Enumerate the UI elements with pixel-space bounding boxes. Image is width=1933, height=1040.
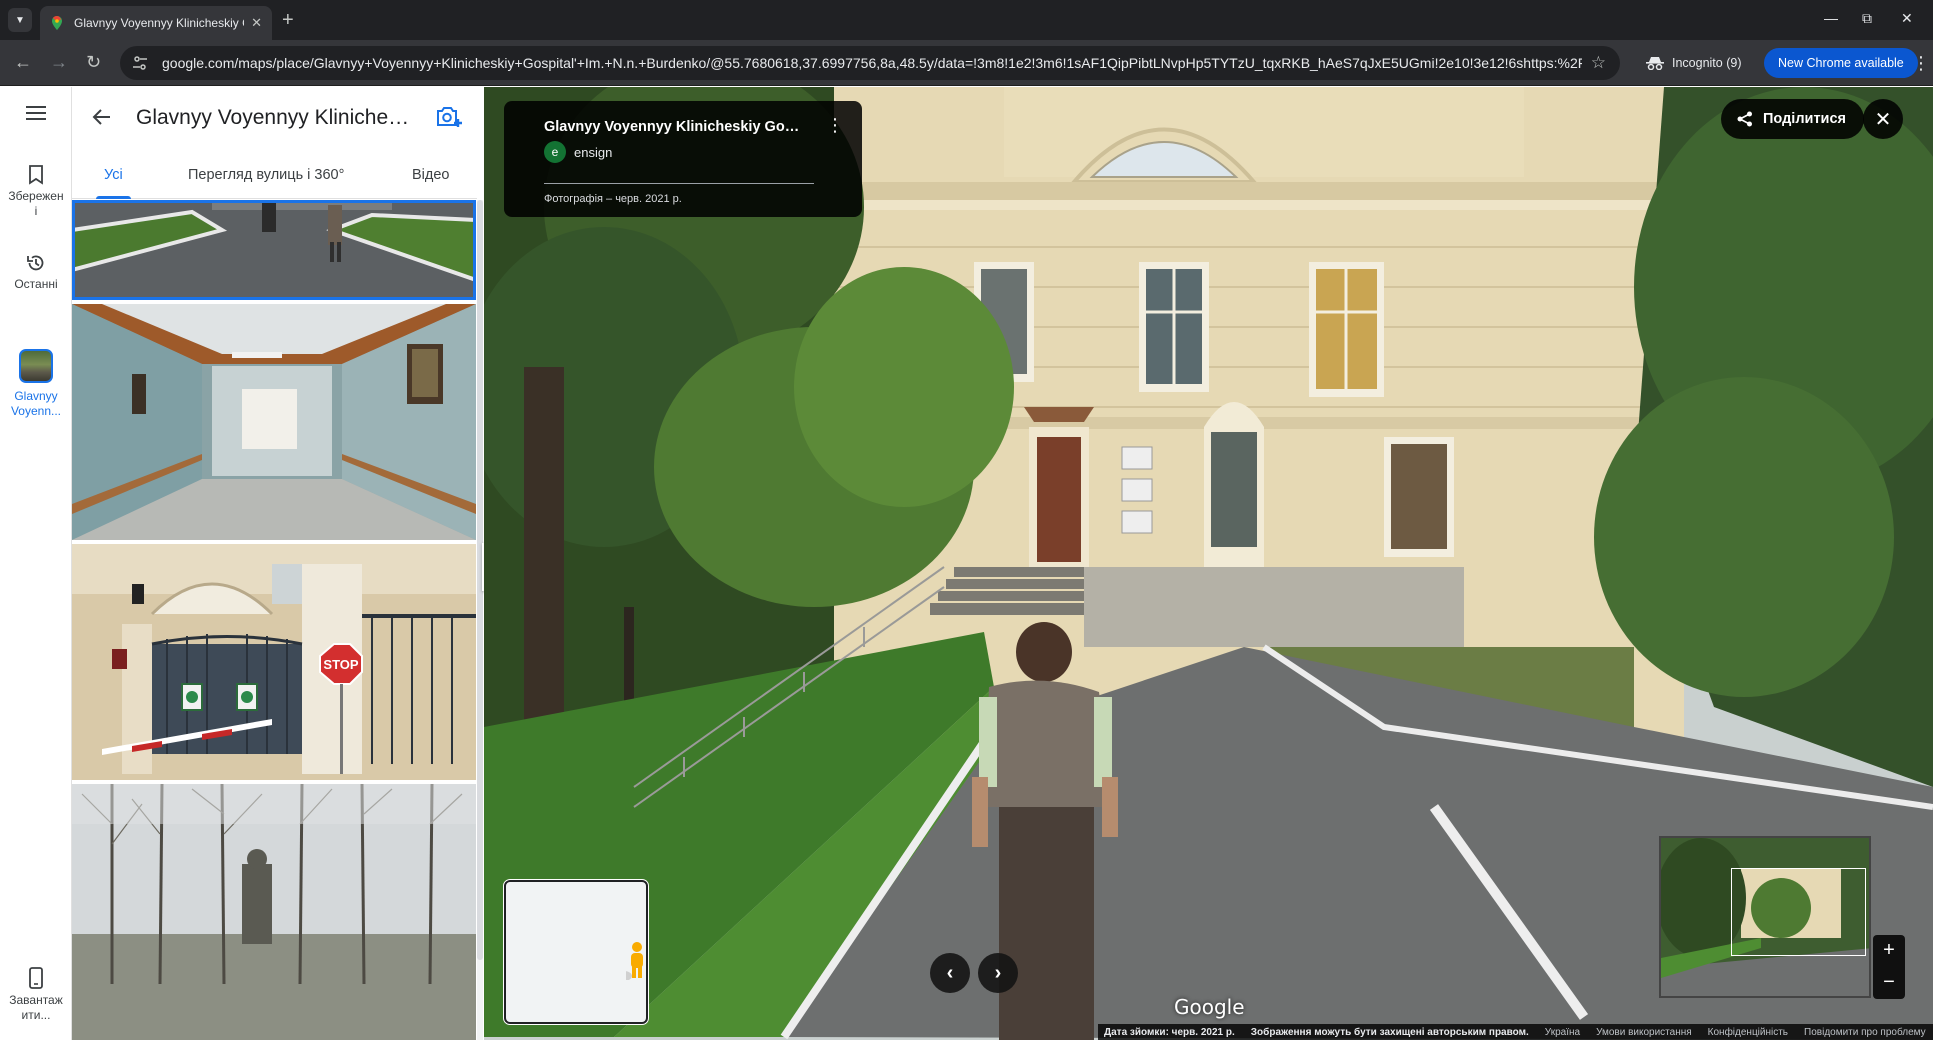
author-name: ensign bbox=[574, 144, 613, 160]
site-info-icon[interactable] bbox=[132, 55, 148, 71]
panorama-overview[interactable] bbox=[1659, 836, 1871, 998]
path-photo bbox=[72, 200, 476, 300]
street-view-viewer[interactable]: Glavnyy Voyennyy Klinicheskiy Gos... ⋮ e… bbox=[484, 87, 1933, 1040]
download-app-button[interactable]: Завантаж ити... bbox=[0, 967, 72, 1023]
place-thumbnail bbox=[19, 349, 53, 383]
browser-menu-icon[interactable]: ⋮ bbox=[1912, 53, 1930, 74]
tab-street-view-360[interactable]: Перегляд вулиць і 360° bbox=[188, 151, 344, 199]
share-icon bbox=[1737, 111, 1752, 127]
zoom-control: + − bbox=[1873, 935, 1905, 999]
author-avatar: e bbox=[544, 141, 566, 163]
country-link[interactable]: Україна bbox=[1545, 1027, 1580, 1038]
minimize-icon[interactable]: — bbox=[1824, 10, 1838, 26]
window-close-icon[interactable]: ✕ bbox=[1901, 10, 1913, 27]
panel-header: Glavnyy Voyennyy Klinicheski... bbox=[72, 87, 477, 151]
terms-link[interactable]: Умови використання bbox=[1596, 1027, 1692, 1038]
close-viewer-button[interactable]: ✕ bbox=[1863, 99, 1903, 139]
attribution-footer: Дата зйомки: черв. 2021 р. Зображення мо… bbox=[1098, 1024, 1933, 1040]
add-photo-icon[interactable] bbox=[436, 105, 462, 129]
zoom-in-button[interactable]: + bbox=[1873, 935, 1905, 967]
park-photo bbox=[72, 784, 476, 1040]
browser-toolbar: ← → ↻ google.com/maps/place/Glavnyy+Voye… bbox=[0, 40, 1933, 86]
saved-button[interactable]: Збережен і bbox=[0, 165, 72, 219]
new-tab-icon[interactable]: + bbox=[282, 8, 294, 32]
photo-grid: STOP bbox=[72, 200, 477, 1040]
place-title: Glavnyy Voyennyy Klinicheski... bbox=[136, 106, 416, 129]
photos-panel: Glavnyy Voyennyy Klinicheski... Усі Пере… bbox=[72, 87, 483, 1040]
recent-label: Останні bbox=[14, 277, 58, 291]
back-icon[interactable]: ← bbox=[14, 52, 32, 72]
browser-tab-strip: ▼ Glavnyy Voyennyy Klinicheskiy Gospital… bbox=[0, 0, 1933, 40]
tab-all[interactable]: Усі bbox=[96, 151, 131, 199]
photo-thumbnail[interactable] bbox=[72, 304, 476, 540]
back-arrow-icon[interactable] bbox=[92, 107, 112, 127]
report-problem-link[interactable]: Повідомити про проблему bbox=[1804, 1027, 1926, 1038]
photo-date: Фотографія – черв. 2021 р. bbox=[544, 193, 682, 205]
map-preview-box[interactable] bbox=[504, 880, 648, 1024]
recent-button[interactable]: Останні bbox=[0, 253, 72, 291]
copyright-notice: Зображення можуть бути захищені авторськ… bbox=[1250, 1026, 1529, 1038]
next-photo-button[interactable]: › bbox=[978, 953, 1018, 993]
capture-date: Дата зйомки: черв. 2021 р. bbox=[1104, 1026, 1235, 1038]
corridor-photo bbox=[72, 304, 476, 540]
more-options-icon[interactable]: ⋮ bbox=[826, 115, 844, 136]
divider bbox=[544, 183, 814, 184]
place-label: Glavnyy Voyenn... bbox=[10, 389, 62, 418]
chrome-update-button[interactable]: New Chrome available bbox=[1764, 48, 1918, 78]
pegman-icon[interactable] bbox=[626, 940, 648, 980]
menu-button[interactable] bbox=[0, 105, 72, 125]
photo-category-tabs: Усі Перегляд вулиць і 360° Відео bbox=[72, 151, 477, 199]
photo-place-title[interactable]: Glavnyy Voyennyy Klinicheskiy Gos... bbox=[544, 119, 804, 135]
svg-text:STOP: STOP bbox=[323, 657, 358, 672]
browser-tab[interactable]: Glavnyy Voyennyy Klinicheskiy Gospital' … bbox=[40, 6, 272, 40]
tab-videos[interactable]: Відео bbox=[412, 151, 449, 199]
tab-title: Glavnyy Voyennyy Klinicheskiy Gospital' bbox=[74, 16, 244, 30]
photo-author[interactable]: e ensign bbox=[544, 141, 612, 163]
photo-thumbnail[interactable] bbox=[72, 200, 476, 300]
zoom-out-button[interactable]: − bbox=[1873, 967, 1905, 999]
gate-photo: STOP bbox=[72, 544, 476, 780]
photo-thumbnail[interactable]: STOP bbox=[72, 544, 476, 780]
bookmark-icon bbox=[29, 165, 43, 185]
share-button[interactable]: Поділитися bbox=[1721, 99, 1864, 139]
maps-app: Збережен і Останні Glavnyy Voyenn... Зав… bbox=[0, 87, 1933, 1040]
google-logo: Google bbox=[1174, 995, 1245, 1019]
privacy-link[interactable]: Конфіденційність bbox=[1708, 1027, 1788, 1038]
panel-scrollbar[interactable] bbox=[477, 200, 483, 1040]
history-icon bbox=[27, 255, 44, 271]
tab-search-button[interactable]: ▼ bbox=[8, 8, 32, 32]
forward-icon[interactable]: → bbox=[50, 52, 68, 72]
google-maps-icon bbox=[52, 16, 62, 30]
share-label: Поділитися bbox=[1763, 111, 1846, 127]
incognito-indicator[interactable]: Incognito (9) bbox=[1646, 48, 1741, 78]
tab-close-icon[interactable]: ✕ bbox=[251, 15, 262, 31]
side-rail: Збережен і Останні Glavnyy Voyenn... Зав… bbox=[0, 87, 72, 1040]
saved-label: Збережен і bbox=[8, 189, 64, 218]
place-button[interactable]: Glavnyy Voyenn... bbox=[0, 349, 72, 419]
hamburger-icon bbox=[26, 106, 46, 120]
previous-photo-button[interactable]: ‹ bbox=[930, 953, 970, 993]
bookmark-star-icon[interactable]: ☆ bbox=[1591, 53, 1606, 73]
view-frame bbox=[1731, 868, 1866, 956]
url-text[interactable]: google.com/maps/place/Glavnyy+Voyennyy+K… bbox=[162, 55, 1582, 71]
address-bar[interactable]: google.com/maps/place/Glavnyy+Voyennyy+K… bbox=[120, 46, 1620, 80]
incognito-label: Incognito (9) bbox=[1672, 56, 1742, 70]
reload-icon[interactable]: ↻ bbox=[86, 52, 101, 72]
photo-thumbnail[interactable] bbox=[72, 784, 476, 1040]
restore-icon[interactable]: ⧉ bbox=[1862, 10, 1872, 27]
phone-icon bbox=[29, 967, 43, 989]
download-label: Завантаж ити... bbox=[9, 993, 63, 1022]
incognito-icon bbox=[1646, 57, 1664, 70]
photo-info-card: Glavnyy Voyennyy Klinicheskiy Gos... ⋮ e… bbox=[504, 101, 862, 217]
